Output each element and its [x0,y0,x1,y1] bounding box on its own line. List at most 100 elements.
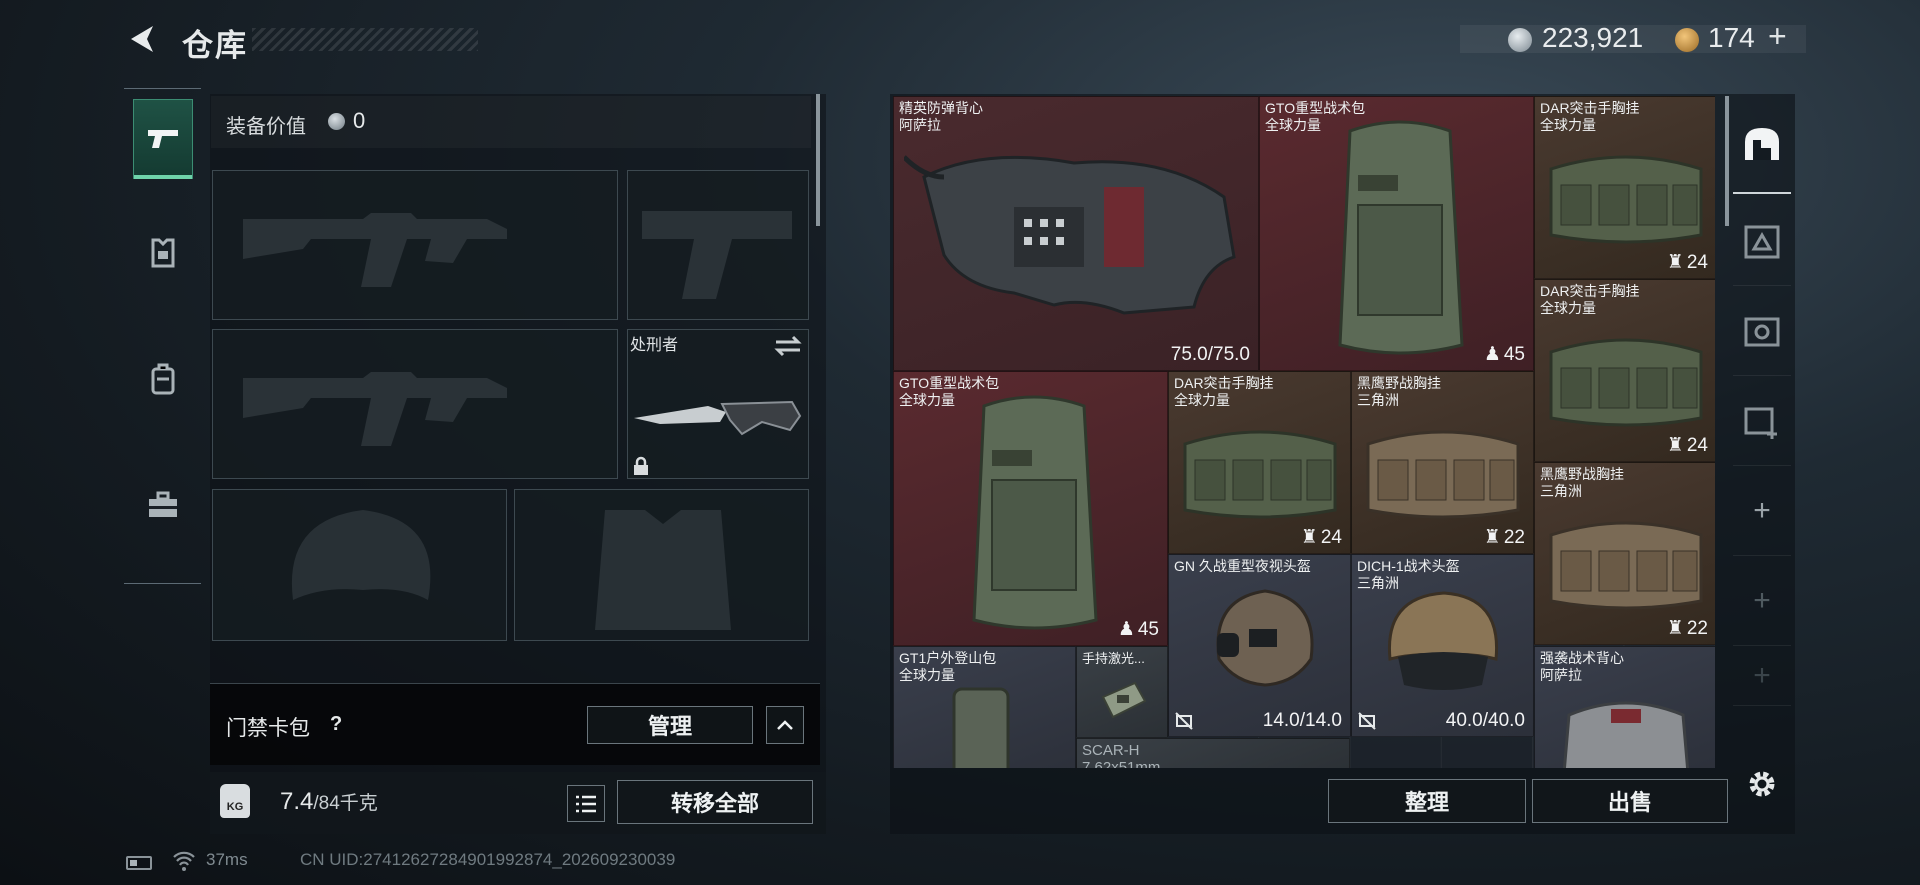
chest-rig-icon [1366,430,1520,519]
equip-value-label: 装备价值 [226,116,306,138]
category-nav [124,88,201,584]
transfer-all-button[interactable]: 转移全部 [617,780,813,824]
item-name: 强袭战术背心 阿萨拉 [1540,650,1624,683]
stash-item[interactable]: GTO重型战术包 全球力量 ♟ 45 [1259,96,1534,371]
item-name: 黑鹰野战胸挂 三角洲 [1357,375,1441,408]
tab-main-stash[interactable] [1733,96,1791,194]
add-currency-button[interactable]: + [1768,18,1787,55]
helmet-slot[interactable] [212,489,507,641]
page-title: 仓库 [182,28,248,63]
stash-item[interactable]: 手持激光... [1076,646,1168,738]
sort-button[interactable]: 整理 [1328,779,1526,823]
vault-icon [1744,317,1780,346]
add-storage-icon [1744,407,1777,439]
wifi-icon [173,851,195,871]
keycard-label: 门禁卡包 [226,717,310,740]
durability: 75.0/75.0 [1170,344,1250,365]
ping: 37ms [206,850,248,869]
primary-weapon-slot-2[interactable] [212,329,618,479]
tab-add-storage[interactable] [1733,376,1791,466]
list-icon [576,795,596,812]
weight-icon: KG [220,784,250,818]
stash-item[interactable]: DAR突击手胸挂 全球力量 ♜ 24 [1534,279,1715,462]
stash-item[interactable]: DICH-1战术头盔 三角洲 40.0/40.0 [1351,554,1534,737]
stash-item[interactable]: GN 久战重型夜视头盔 14.0/14.0 [1168,554,1351,737]
melee-name: 处刑者 [630,337,679,354]
nvg-helmet-icon [1216,589,1314,687]
tab-storage-3[interactable] [1733,286,1791,376]
item-name: SCAR-H 7.62x51mm [1082,742,1161,768]
nav-supplies[interactable] [133,465,193,545]
rifle-silhouette-icon [243,213,507,287]
item-name: DAR突击手胸挂 全球力量 [1540,100,1640,133]
tab-storage-2[interactable] [1733,196,1791,286]
gear-icon[interactable] [1745,767,1779,801]
stash-item[interactable]: GT1户外登山包 全球力量 [893,646,1076,768]
vest-icon [1562,701,1690,768]
capacity: ♜ 24 [1666,251,1708,274]
sell-button[interactable]: 出售 [1532,779,1728,823]
capacity-icon: ♜ [1666,252,1684,273]
tab-add-2[interactable]: + [1733,556,1791,646]
stash-grid: 精英防弹背心 阿萨拉 75.0/75.0 GTO重型战术包 全球力量 ♟ 45 DAR… [893,96,1715,768]
rifle-silhouette-icon [243,372,507,446]
collapse-button[interactable] [766,706,804,744]
helmet-silhouette-icon [291,510,431,600]
stash-item[interactable]: DAR突击手胸挂 全球力量 ♜ 24 [1168,371,1351,554]
laser-device-icon [1101,681,1147,719]
stash-scrollbar[interactable] [1725,96,1729,226]
stash-item[interactable]: SCAR-H 7.62x51mm [1076,738,1350,768]
capacity-icon: ♟ [1483,344,1501,365]
nav-backpack[interactable] [133,339,193,419]
pistol-icon [148,130,178,148]
capacity-icon: ♜ [1666,435,1684,456]
backpack-icon [972,395,1098,630]
silver-amount: 223,921 [1542,22,1644,53]
list-view-button[interactable] [567,785,605,822]
helmet-icon [1387,591,1499,690]
chest-rig-icon [1549,521,1703,610]
item-name: 黑鹰野战胸挂 三角洲 [1540,466,1624,499]
toolbox-icon [149,491,177,517]
item-name: DAR突击手胸挂 全球力量 [1174,375,1274,408]
silver-coin-icon [1508,28,1532,52]
lock-icon [634,456,648,475]
storage-icon [1745,128,1779,160]
armor-slot[interactable] [514,489,809,641]
capacity: ♟ 45 [1117,618,1159,641]
capacity-icon: ♟ [1117,619,1135,640]
capacity: ♜ 24 [1300,526,1342,549]
stash-item[interactable]: 黑鹰野战胸挂 三角洲 ♜ 22 [1534,462,1715,645]
weight-max: /84千克 [313,793,378,814]
stash-item[interactable]: 黑鹰野战胸挂 三角洲 ♜ 22 [1351,371,1534,554]
capacity: ♜ 24 [1666,434,1708,457]
stash-tabs: + + + [1733,96,1791,736]
primary-weapon-slot[interactable] [212,170,618,320]
capacity-icon: ♜ [1483,527,1501,548]
weight-current: 7.4 [280,788,314,815]
durability: 40.0/40.0 [1445,710,1525,731]
gear-crate-icon [1744,225,1780,258]
item-name: 手持激光... [1082,651,1145,666]
vest-silhouette-icon [595,510,731,630]
loadout-scrollbar[interactable] [816,94,820,226]
nav-weapons[interactable] [133,99,193,179]
tab-add-3[interactable]: + [1733,646,1791,706]
tab-add-1[interactable]: + [1733,466,1791,556]
nav-armor[interactable] [133,214,193,294]
stash-item[interactable]: 强袭战术背心 阿萨拉 [1534,646,1715,768]
silver-coin-icon [328,113,345,130]
back-arrow-icon[interactable] [125,22,159,56]
capacity: ♜ 22 [1483,526,1525,549]
chevron-up-icon [777,720,793,730]
keycard-help-button[interactable]: ? [330,713,342,736]
manage-button[interactable]: 管理 [587,706,753,744]
stash-item[interactable]: DAR突击手胸挂 全球力量 ♜ 24 [1534,96,1715,279]
capacity-icon: ♜ [1300,527,1318,548]
stash-item[interactable]: GTO重型战术包 全球力量 ♟ 45 [893,371,1168,646]
stash-item[interactable]: 精英防弹背心 阿萨拉 75.0/75.0 [893,96,1259,371]
secondary-weapon-slot[interactable] [627,170,809,320]
item-name: GT1户外登山包 全球力量 [899,650,997,683]
swap-icon[interactable] [773,334,803,358]
vest-icon [904,155,1236,315]
